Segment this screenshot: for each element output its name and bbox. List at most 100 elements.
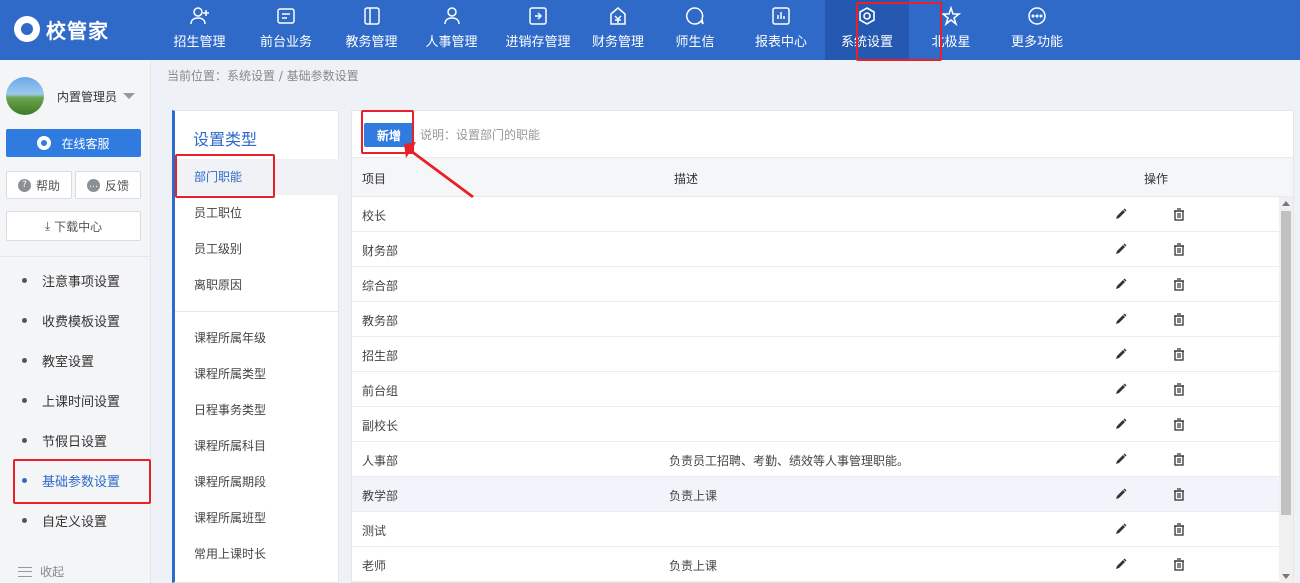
delete-icon[interactable] bbox=[1172, 557, 1186, 571]
column-header-item: 项目 bbox=[362, 172, 387, 186]
feedback-label: 反馈 bbox=[104, 178, 129, 193]
online-service-label: 在线客服 bbox=[61, 136, 110, 151]
delete-icon[interactable] bbox=[1172, 347, 1186, 361]
edit-icon[interactable] bbox=[1114, 347, 1128, 361]
scrollbar-thumb[interactable] bbox=[1281, 211, 1291, 515]
nav-item-inventory[interactable]: 进销存管理 bbox=[493, 0, 583, 60]
type-item-course-subjects[interactable]: 课程所属科目 bbox=[175, 428, 339, 464]
type-item-resignation-reasons[interactable]: 离职原因 bbox=[175, 267, 339, 303]
scroll-down-arrow-icon[interactable] bbox=[1282, 574, 1290, 579]
top-nav-bar: 校管家 招生管理 前台业务 教务管理 人事管理 进销存管理 财务管理 师生信 报… bbox=[0, 0, 1300, 60]
table-row[interactable]: 招生部 bbox=[352, 337, 1279, 372]
edit-icon[interactable] bbox=[1114, 277, 1128, 291]
cell-item: 副校长 bbox=[362, 419, 399, 433]
delete-icon[interactable] bbox=[1172, 207, 1186, 221]
type-item-department-functions[interactable]: 部门职能 bbox=[175, 159, 339, 195]
edit-icon[interactable] bbox=[1114, 557, 1128, 571]
type-item-schedule-types[interactable]: 日程事务类型 bbox=[175, 392, 339, 428]
sidebar-item-basic-params[interactable]: 基础参数设置 bbox=[0, 460, 151, 500]
edit-icon[interactable] bbox=[1114, 207, 1128, 221]
cell-description: 负责上课 bbox=[669, 559, 718, 573]
type-item-class-durations[interactable]: 常用上课时长 bbox=[175, 536, 339, 572]
sidebar-item-holidays[interactable]: 节假日设置 bbox=[0, 420, 151, 460]
cell-item: 招生部 bbox=[362, 349, 399, 363]
table-row[interactable]: 教学部 负责上课 bbox=[352, 477, 1279, 512]
feedback-button[interactable]: … 反馈 bbox=[75, 171, 141, 199]
edit-icon[interactable] bbox=[1114, 452, 1128, 466]
sidebar-item-label: 基础参数设置 bbox=[42, 474, 121, 490]
collapse-label: 收起 bbox=[40, 565, 65, 579]
type-item-course-grades[interactable]: 课程所属年级 bbox=[175, 320, 339, 356]
type-item-course-periods[interactable]: 课程所属期段 bbox=[175, 464, 339, 500]
edit-icon[interactable] bbox=[1114, 242, 1128, 256]
chat-icon bbox=[37, 136, 52, 150]
delete-icon[interactable] bbox=[1172, 522, 1186, 536]
description-note: 说明：设置部门的职能 bbox=[420, 128, 541, 142]
more-icon bbox=[993, 6, 1081, 28]
table-scrollbar[interactable] bbox=[1279, 197, 1293, 583]
user-menu[interactable]: 内置管理员 bbox=[6, 76, 146, 116]
nav-item-messages[interactable]: 师生信 bbox=[653, 0, 737, 60]
sidebar-item-classrooms[interactable]: 教室设置 bbox=[0, 340, 151, 380]
nav-item-front-desk[interactable]: 前台业务 bbox=[239, 0, 333, 60]
table-row[interactable]: 人事部 负责员工招聘、考勤、绩效等人事管理职能。 bbox=[352, 442, 1279, 477]
nav-item-finance[interactable]: 财务管理 bbox=[583, 0, 653, 60]
app-logo[interactable]: 校管家 bbox=[14, 14, 124, 44]
delete-icon[interactable] bbox=[1172, 242, 1186, 256]
sidebar-item-label: 注意事项设置 bbox=[42, 274, 121, 290]
collapse-sidebar-button[interactable]: 收起 bbox=[18, 563, 64, 580]
type-item-course-class-types[interactable]: 课程所属班型 bbox=[175, 500, 339, 536]
sidebar-item-fee-templates[interactable]: 收费模板设置 bbox=[0, 300, 151, 340]
sidebar-item-notices[interactable]: 注意事项设置 bbox=[0, 260, 151, 300]
type-item-staff-positions[interactable]: 员工职位 bbox=[175, 195, 339, 231]
nav-item-reports[interactable]: 报表中心 bbox=[737, 0, 825, 60]
type-item-course-types[interactable]: 课程所属类型 bbox=[175, 356, 339, 392]
nav-item-enrollment[interactable]: 招生管理 bbox=[160, 0, 239, 60]
bullet-icon bbox=[22, 277, 27, 283]
sidebar-item-class-times[interactable]: 上课时间设置 bbox=[0, 380, 151, 420]
delete-icon[interactable] bbox=[1172, 452, 1186, 466]
person-icon bbox=[410, 6, 493, 28]
delete-icon[interactable] bbox=[1172, 487, 1186, 501]
delete-icon[interactable] bbox=[1172, 312, 1186, 326]
bullet-icon bbox=[22, 397, 27, 403]
nav-item-hr[interactable]: 人事管理 bbox=[410, 0, 493, 60]
help-button[interactable]: ? 帮助 bbox=[6, 171, 72, 199]
table-row[interactable]: 测试 bbox=[352, 512, 1279, 547]
settings-type-title: 设置类型 bbox=[193, 130, 258, 149]
main-nav: 招生管理 前台业务 教务管理 人事管理 进销存管理 财务管理 师生信 报表中心 bbox=[160, 0, 1081, 60]
type-item-staff-levels[interactable]: 员工级别 bbox=[175, 231, 339, 267]
scroll-up-arrow-icon[interactable] bbox=[1282, 201, 1290, 206]
delete-icon[interactable] bbox=[1172, 382, 1186, 396]
settings-type-list: 部门职能 员工职位 员工级别 离职原因 课程所属年级 课程所属类型 日程事务类型… bbox=[175, 159, 339, 572]
table-row[interactable]: 校长 bbox=[352, 197, 1279, 232]
nav-item-settings[interactable]: 系统设置 bbox=[825, 0, 909, 60]
delete-icon[interactable] bbox=[1172, 277, 1186, 291]
edit-icon[interactable] bbox=[1114, 522, 1128, 536]
table-row[interactable]: 教务部 bbox=[352, 302, 1279, 337]
table-row[interactable]: 前台组 bbox=[352, 372, 1279, 407]
table-row[interactable]: 副校长 bbox=[352, 407, 1279, 442]
nav-item-more[interactable]: 更多功能 bbox=[993, 0, 1081, 60]
edit-icon[interactable] bbox=[1114, 417, 1128, 431]
nav-item-academic[interactable]: 教务管理 bbox=[333, 0, 410, 60]
download-center-button[interactable]: ⤓ 下载中心 bbox=[6, 211, 141, 241]
logo-text: 校管家 bbox=[46, 18, 109, 43]
edit-icon[interactable] bbox=[1114, 487, 1128, 501]
front-desk-icon bbox=[239, 6, 333, 28]
settings-menu: 注意事项设置 收费模板设置 教室设置 上课时间设置 节假日设置 基础参数设置 自… bbox=[0, 260, 151, 540]
table-row[interactable]: 老师 负责上课 bbox=[352, 547, 1279, 582]
bullet-icon bbox=[22, 517, 27, 523]
edit-icon[interactable] bbox=[1114, 382, 1128, 396]
add-button[interactable]: 新增 bbox=[364, 123, 414, 147]
nav-item-polaris[interactable]: 北极星 bbox=[909, 0, 993, 60]
table-row[interactable]: 综合部 bbox=[352, 267, 1279, 302]
cell-item: 教务部 bbox=[362, 314, 399, 328]
cell-item: 教学部 bbox=[362, 489, 399, 503]
settings-icon bbox=[825, 6, 909, 28]
sidebar-item-custom[interactable]: 自定义设置 bbox=[0, 500, 151, 540]
online-service-button[interactable]: 在线客服 bbox=[6, 129, 141, 157]
edit-icon[interactable] bbox=[1114, 312, 1128, 326]
delete-icon[interactable] bbox=[1172, 417, 1186, 431]
table-row[interactable]: 财务部 bbox=[352, 232, 1279, 267]
